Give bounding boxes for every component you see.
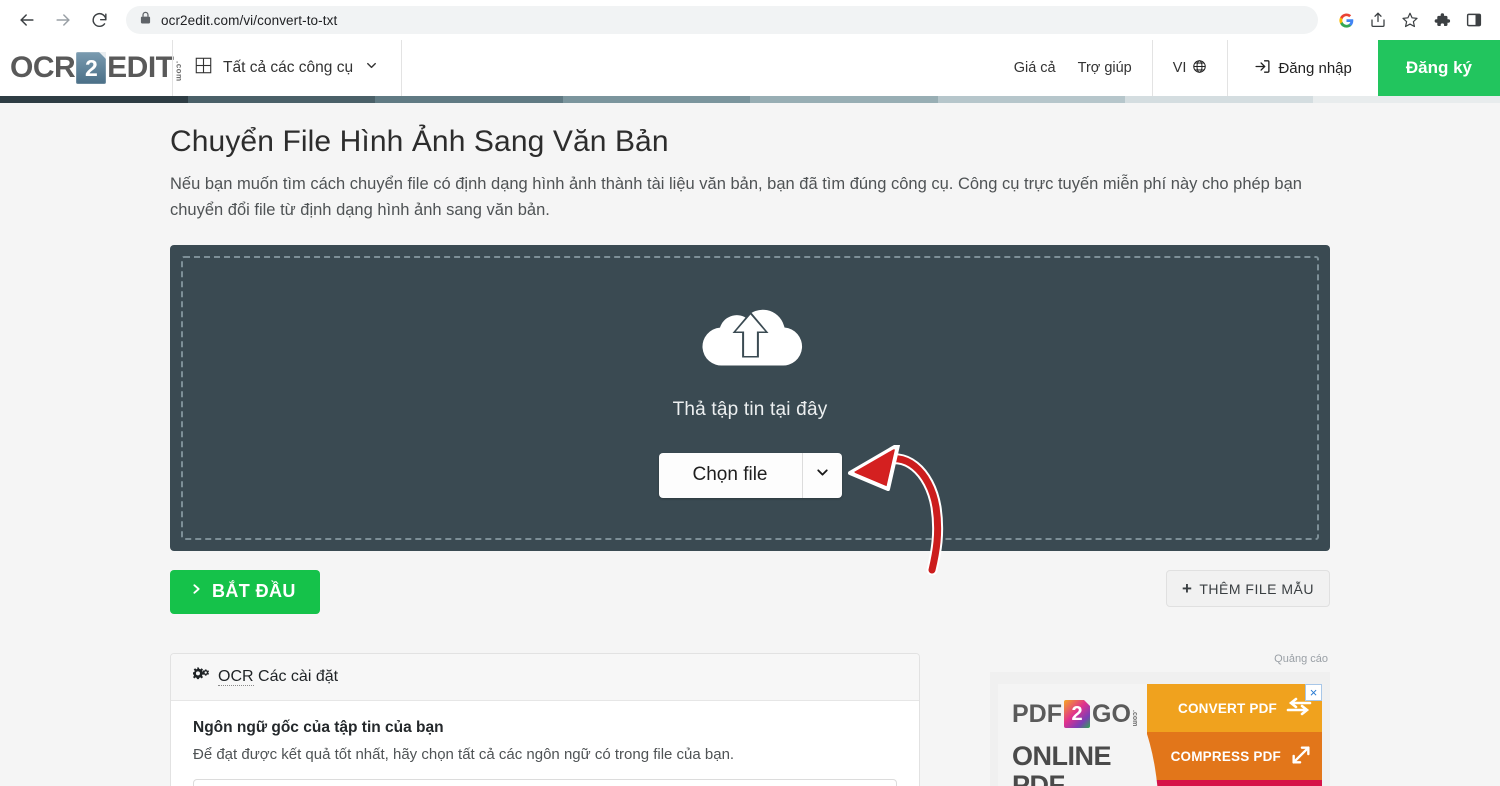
ad-logo-badge-icon: 2 [1064, 700, 1090, 729]
share-icon[interactable] [1364, 6, 1392, 34]
lower-section: OCR Các cài đặt Ngôn ngữ gốc của tập tin… [170, 653, 1330, 786]
browser-toolbar: ocr2edit.com/vi/convert-to-txt [0, 0, 1500, 40]
login-label: Đăng nhập [1278, 59, 1352, 77]
url-text: ocr2edit.com/vi/convert-to-txt [161, 12, 338, 28]
strip-segment-1 [187, 96, 375, 103]
nav-link-pricing[interactable]: Giá cả [1014, 60, 1056, 76]
logo-part1: OCR [10, 51, 76, 84]
site-navbar: OCR 2 EDIT .com Tất cả các công cụ Giá c… [0, 40, 1500, 96]
ad-logo-part1: PDF [1012, 699, 1062, 728]
strip-segment-0 [0, 96, 188, 103]
choose-file-button[interactable]: Chọn file [658, 452, 802, 498]
ad-bands: CONVERT PDFCOMPRESS PDFRESIZE PDFSORT & … [1099, 684, 1322, 786]
extensions-puzzle-icon[interactable] [1428, 6, 1456, 34]
signup-button[interactable]: Đăng ký [1377, 40, 1500, 96]
gears-icon [193, 667, 210, 687]
ad-frame[interactable]: PDF 2 GO .com ONLINE PDF EDITOR CONVERT … [990, 672, 1330, 786]
dropzone-label: Thả tập tin tại đây [672, 398, 828, 420]
ad-band-label: CONVERT PDF [1178, 700, 1277, 716]
color-strip [0, 96, 1500, 103]
strip-segment-3 [562, 96, 750, 103]
action-row: BẮT ĐẦU + THÊM FILE MẪU [170, 570, 1330, 615]
all-tools-menu[interactable]: Tất cả các công cụ [173, 40, 401, 96]
bookmark-star-icon[interactable] [1396, 6, 1424, 34]
page-title: Chuyển File Hình Ảnh Sang Văn Bản [170, 125, 669, 158]
strip-segment-4 [750, 96, 938, 103]
add-sample-file-label: THÊM FILE MẪU [1199, 580, 1314, 597]
language-label: VI [1172, 60, 1187, 76]
pdf2go-logo: PDF 2 GO .com [1012, 699, 1168, 729]
source-language-label: Ngôn ngữ gốc của tập tin của bạn [193, 719, 444, 737]
start-button[interactable]: BẮT ĐẦU [170, 570, 320, 615]
ad-left-panel: PDF 2 GO .com ONLINE PDF EDITOR [998, 684, 1168, 786]
ad-headline-line1: ONLINE [1012, 741, 1112, 772]
google-icon[interactable] [1332, 6, 1360, 34]
chevron-down-icon [814, 464, 831, 486]
ad-logo-suffix: .com [1130, 710, 1138, 727]
browser-actions [1332, 6, 1488, 34]
all-tools-label: Tất cả các công cụ [223, 59, 354, 76]
nav-link-help[interactable]: Trợ giúp [1078, 60, 1132, 76]
choose-file-dropdown-toggle[interactable] [801, 452, 842, 498]
grid-icon [195, 57, 212, 79]
reload-button[interactable] [84, 5, 114, 35]
logo-part2: EDIT [107, 51, 174, 84]
ocr-settings-title: Các cài đặt [258, 668, 339, 686]
page-description: Nếu bạn muốn tìm cách chuyển file có địn… [170, 175, 1302, 219]
language-selector[interactable]: VI [1153, 40, 1228, 96]
strip-segment-2 [375, 96, 563, 103]
advertisement-column: Quảng cáo PDF 2 GO .com ONLINE PDF CONVE… [950, 653, 1330, 786]
source-language-hint: Để đạt được kết quả tốt nhất, hãy chọn t… [193, 746, 735, 764]
ad-band-1[interactable]: COMPRESS PDF [1147, 732, 1322, 781]
ad-label: Quảng cáo [1274, 653, 1328, 666]
signup-label: Đăng ký [1405, 58, 1472, 77]
ad-headline: ONLINE PDF EDITOR [1012, 742, 1168, 786]
cloud-upload-icon [692, 293, 809, 390]
ad-band-2[interactable]: RESIZE PDF [1147, 780, 1322, 786]
login-icon [1254, 58, 1271, 79]
ocr-abbr: OCR [218, 668, 254, 687]
add-sample-file-button[interactable]: + THÊM FILE MẪU [1165, 570, 1330, 608]
sidepanel-icon[interactable] [1460, 6, 1488, 34]
ocr-settings-header: OCR Các cài đặt [171, 654, 919, 702]
language-multiselect[interactable] [193, 779, 897, 786]
choose-file-group: Chọn file [658, 452, 842, 498]
login-button[interactable]: Đăng nhập [1228, 40, 1377, 96]
nav-links: Giá cả Trợ giúp [1014, 40, 1152, 96]
compress-arrows-icon [1290, 744, 1312, 769]
ad-close-icon[interactable]: × [1305, 684, 1322, 702]
strip-segment-5 [937, 96, 1125, 103]
site-logo[interactable]: OCR 2 EDIT .com [0, 40, 184, 96]
logo-badge-icon: 2 [76, 52, 107, 84]
address-bar[interactable]: ocr2edit.com/vi/convert-to-txt [126, 6, 1318, 34]
lock-icon [140, 11, 151, 29]
plus-icon: + [1181, 579, 1193, 599]
ad-logo-part2: GO [1092, 699, 1131, 728]
page-content: Chuyển File Hình Ảnh Sang Văn Bản Nếu bạ… [0, 103, 1500, 786]
forward-button[interactable] [48, 5, 78, 35]
ocr-settings-card: OCR Các cài đặt Ngôn ngữ gốc của tập tin… [170, 653, 920, 786]
start-button-label: BẮT ĐẦU [212, 581, 296, 602]
globe-icon [1192, 59, 1207, 78]
pdf2go-ad-creative[interactable]: PDF 2 GO .com ONLINE PDF EDITOR CONVERT … [998, 684, 1322, 786]
ad-band-label: COMPRESS PDF [1170, 748, 1281, 764]
ad-band-0[interactable]: CONVERT PDF [1147, 684, 1322, 733]
strip-segment-7 [1312, 96, 1500, 103]
file-dropzone[interactable]: Thả tập tin tại đây Chọn file [170, 245, 1330, 576]
strip-segment-6 [1125, 96, 1313, 103]
back-button[interactable] [12, 5, 42, 35]
chevron-down-icon [364, 58, 379, 78]
ad-headline-line2: PDF EDITOR [1012, 769, 1065, 786]
chevron-right-icon [190, 581, 203, 602]
ocr-settings-body: Ngôn ngữ gốc của tập tin của bạn Để đạt … [171, 701, 919, 786]
